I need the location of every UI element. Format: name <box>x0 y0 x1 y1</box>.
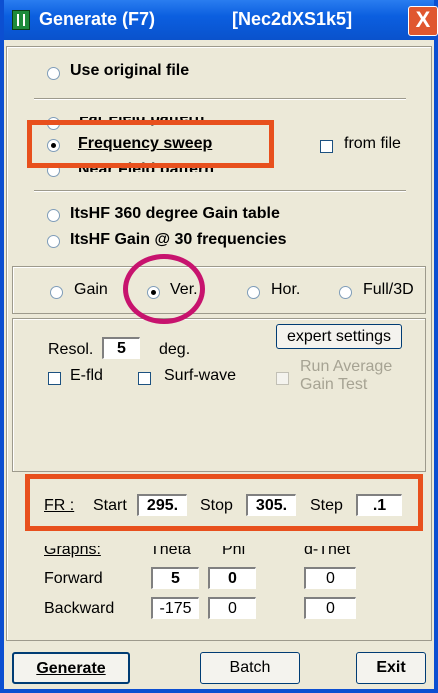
backward-dthet-input[interactable]: 0 <box>304 597 356 619</box>
use-original-radio[interactable] <box>47 67 60 80</box>
fr-row-highlight <box>25 474 423 531</box>
close-button[interactable]: X <box>408 6 438 36</box>
itshf-360-label: ItsHF 360 degree Gain table <box>70 205 280 222</box>
hor-label: Hor. <box>271 281 301 298</box>
frequency-sweep-highlight <box>27 120 274 168</box>
forward-phi-input[interactable]: 0 <box>208 567 256 589</box>
forward-dthet-input[interactable]: 0 <box>304 567 356 589</box>
gain-radio[interactable] <box>50 286 63 299</box>
gain-label: Gain <box>74 281 108 298</box>
resol-input[interactable]: 5 <box>102 337 140 359</box>
forward-theta-input[interactable]: 5 <box>151 567 199 589</box>
efld-label: E-fld <box>70 367 103 384</box>
separator-top <box>34 98 406 100</box>
run-average-label-line2: Gain Test <box>300 376 368 393</box>
generate-button[interactable]: Generate <box>12 652 130 684</box>
run-average-label-line1: Run Average <box>300 358 393 375</box>
from-file-label: from file <box>344 135 401 152</box>
itshf-30-radio[interactable] <box>47 235 60 248</box>
window-subtitle: [Nec2dXS1k5] <box>232 9 353 29</box>
backward-phi-input[interactable]: 0 <box>208 597 256 619</box>
resol-label: Resol. <box>48 341 94 358</box>
generate-button-label: Generate <box>36 660 106 677</box>
app-icon <box>12 10 30 30</box>
window-title: Generate (F7) <box>39 9 156 29</box>
batch-button[interactable]: Batch <box>200 652 300 684</box>
from-file-checkbox[interactable] <box>320 140 333 153</box>
title-bar[interactable]: Generate (F7) [Nec2dXS1k5] X <box>4 0 438 40</box>
expert-settings-button[interactable]: expert settings <box>276 324 402 349</box>
surf-wave-checkbox[interactable] <box>138 372 151 385</box>
use-original-label: Use original file <box>70 62 190 79</box>
full3d-label: Full/3D <box>363 281 414 298</box>
hor-radio[interactable] <box>247 286 260 299</box>
itshf-30-label: ItsHF Gain @ 30 frequencies <box>70 231 287 248</box>
deg-label: deg. <box>159 341 191 358</box>
full3d-radio[interactable] <box>339 286 352 299</box>
backward-label: Backward <box>44 600 115 617</box>
surf-wave-label: Surf-wave <box>164 367 237 384</box>
forward-label: Forward <box>44 570 103 587</box>
efld-checkbox[interactable] <box>48 372 61 385</box>
generate-dialog: Generate (F7) [Nec2dXS1k5] X Use origina… <box>0 0 438 693</box>
run-average-checkbox[interactable] <box>276 372 289 385</box>
itshf-360-radio[interactable] <box>47 209 60 222</box>
ver-radio-highlight <box>123 254 205 324</box>
backward-theta-input[interactable]: -175 <box>151 597 199 619</box>
exit-button[interactable]: Exit <box>356 652 426 684</box>
close-icon: X <box>415 7 431 32</box>
exit-button-label: Exit <box>376 659 406 676</box>
separator-mid <box>34 190 406 192</box>
